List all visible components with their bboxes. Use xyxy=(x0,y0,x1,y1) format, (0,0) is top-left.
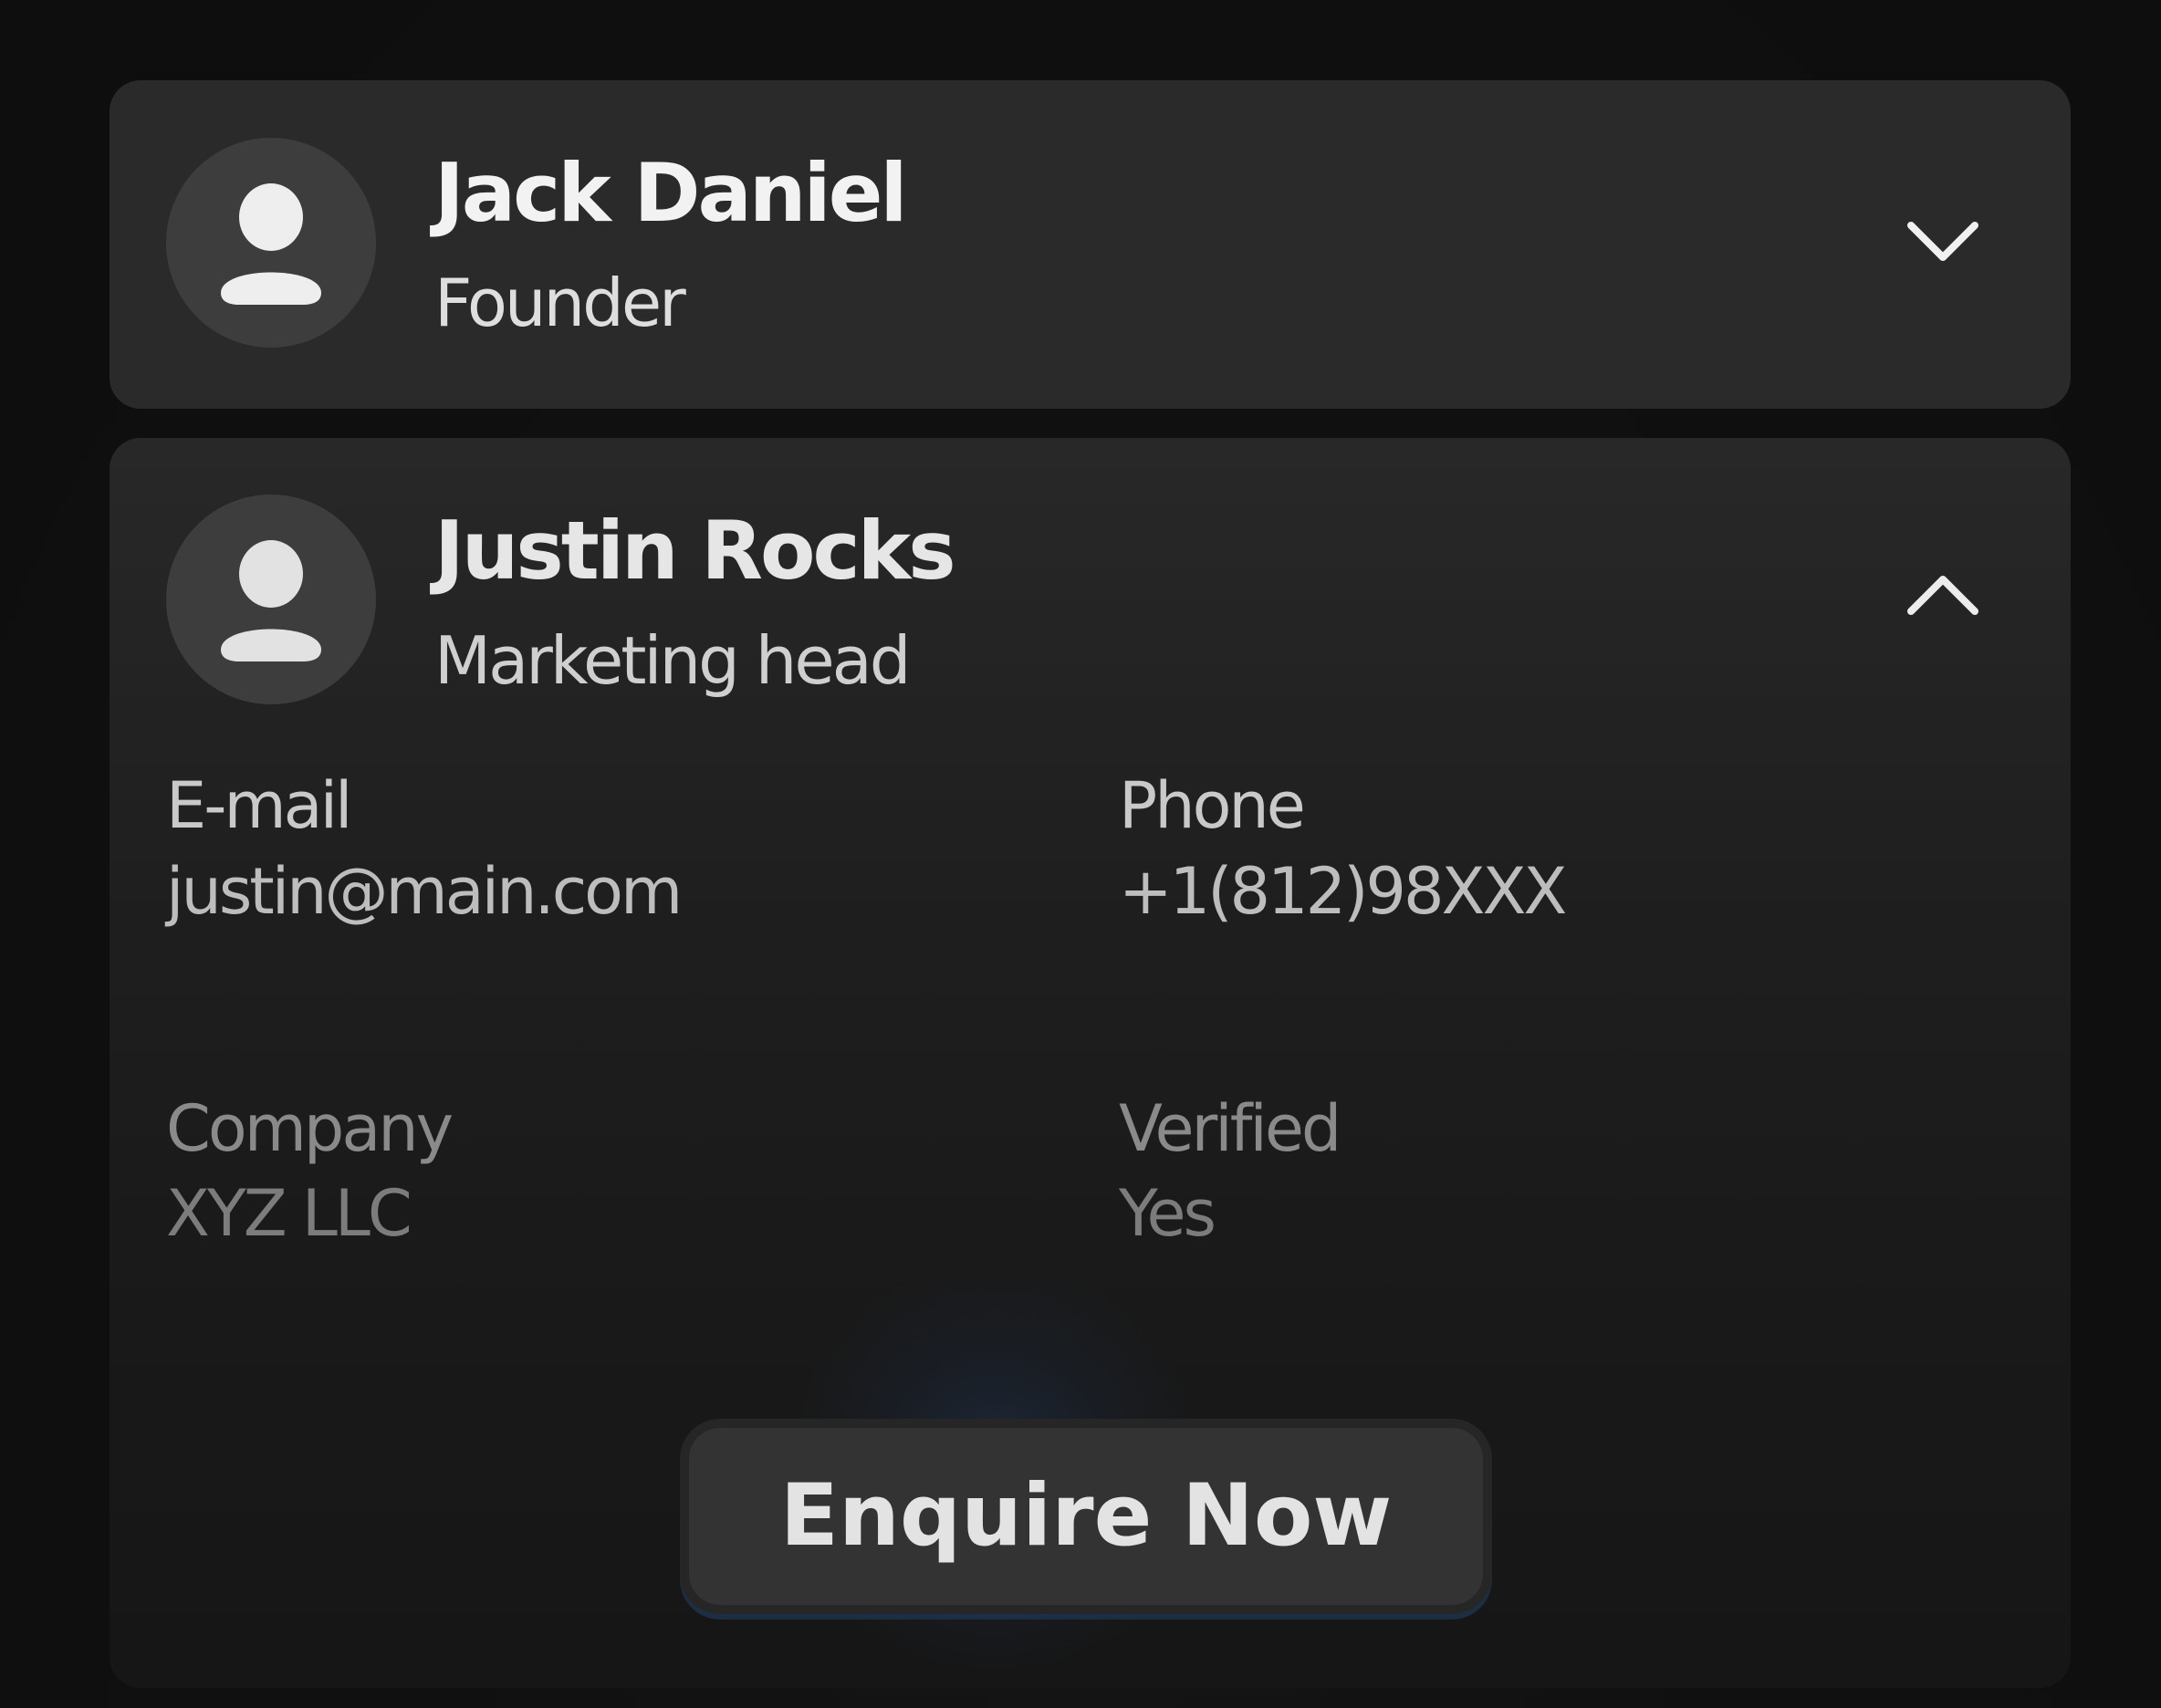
avatar xyxy=(166,495,376,704)
company-value: XYZ LLC xyxy=(166,1176,412,1251)
contact-name: Justin Rocks xyxy=(434,504,956,598)
verified-value: Yes xyxy=(1119,1176,1216,1251)
user-icon xyxy=(221,183,321,305)
contact-role: Founder xyxy=(434,265,686,341)
verified-label: Verified xyxy=(1119,1091,1341,1166)
avatar xyxy=(166,138,376,348)
email-value: justin@main.com xyxy=(166,854,683,929)
phone-label: Phone xyxy=(1119,768,1306,843)
contact-list-screen: Jack Daniel Founder Justin Rocks Marketi… xyxy=(0,0,2161,1708)
phone-value: +1(812)98XXX xyxy=(1119,854,1567,929)
contact-role: Marketing head xyxy=(434,622,911,699)
contact-card-jack-daniel[interactable]: Jack Daniel Founder xyxy=(110,80,2071,409)
user-icon xyxy=(221,540,321,661)
email-label: E-mail xyxy=(166,768,352,843)
contact-name: Jack Daniel xyxy=(434,146,908,240)
enquire-now-button[interactable]: Enquire Now xyxy=(680,1419,1492,1614)
chevron-down-icon[interactable] xyxy=(1902,214,1984,269)
company-label: Company xyxy=(166,1091,454,1166)
chevron-up-icon[interactable] xyxy=(1902,568,1984,622)
